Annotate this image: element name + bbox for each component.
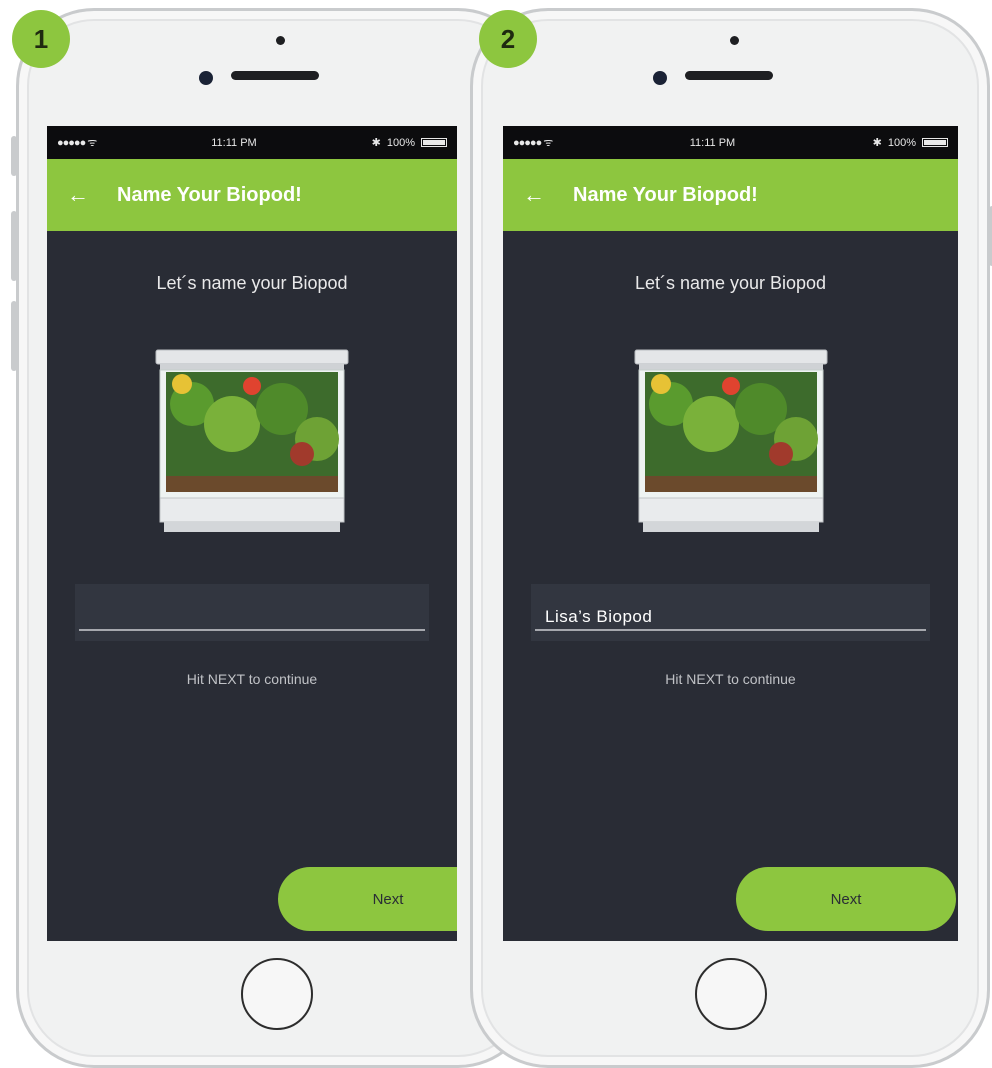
biopod-name-field[interactable] [75, 584, 429, 641]
step-badge-2: 2 [479, 10, 537, 68]
page-title: Name Your Biopod! [573, 183, 758, 206]
battery-percent: 100% [386, 136, 415, 149]
screen: ●●●●● ᯤ 11:11 PM ✱ 100% ← Name Your Biop… [503, 126, 958, 941]
terrarium-image [634, 349, 827, 532]
step-badge-1: 1 [12, 10, 70, 68]
status-right: ✱ 100% [372, 136, 447, 149]
mute-switch [11, 136, 17, 176]
proximity-sensor [276, 36, 285, 45]
app-bar: ← Name Your Biopod! [503, 159, 958, 231]
hint-text: Hit NEXT to continue [186, 671, 318, 687]
arrow-left-icon[interactable]: ← [67, 182, 89, 208]
signal-wifi: ●●●●● ᯤ [513, 137, 553, 149]
front-camera [199, 71, 213, 85]
proximity-sensor [730, 36, 739, 45]
front-camera [653, 71, 667, 85]
signal-wifi: ●●●●● ᯤ [57, 137, 97, 149]
field-underline [535, 629, 926, 631]
home-button[interactable] [695, 958, 767, 1030]
battery-icon [921, 138, 948, 147]
phone-mockup-2: ●●●●● ᯤ 11:11 PM ✱ 100% ← Name Your Biop… [470, 8, 992, 1068]
bluetooth-icon: ✱ [371, 137, 381, 149]
status-right: ✱ 100% [873, 136, 948, 149]
arrow-left-icon[interactable]: ← [523, 182, 545, 208]
status-bar: ●●●●● ᯤ 11:11 PM ✱ 100% [503, 126, 958, 159]
hint-text: Hit NEXT to continue [665, 671, 796, 687]
heading: Let´s name your Biopod [156, 273, 348, 293]
earpiece-speaker [231, 71, 319, 80]
biopod-name-field[interactable]: Lisa’s Biopod [531, 584, 930, 641]
home-button[interactable] [241, 958, 313, 1030]
earpiece-speaker [685, 71, 773, 80]
volume-up-button [11, 211, 17, 281]
field-underline [79, 629, 425, 631]
biopod-name-value: Lisa’s Biopod [545, 607, 653, 626]
screen: ●●●●● ᯤ 11:11 PM ✱ 100% ← Name Your Biop… [47, 126, 457, 941]
status-time: 11:11 PM [689, 136, 736, 149]
page-title: Name Your Biopod! [117, 183, 302, 206]
heading: Let´s name your Biopod [634, 273, 827, 293]
next-button[interactable]: Next [736, 867, 956, 931]
phone-mockup-1: ●●●●● ᯤ 11:11 PM ✱ 100% ← Name Your Biop… [11, 8, 536, 1068]
terrarium-image [155, 349, 349, 532]
bluetooth-icon: ✱ [872, 137, 882, 149]
app-bar: ← Name Your Biopod! [47, 159, 457, 231]
battery-percent: 100% [887, 136, 916, 149]
status-bar: ●●●●● ᯤ 11:11 PM ✱ 100% [47, 126, 457, 159]
next-button[interactable]: Next [278, 867, 457, 931]
volume-down-button [11, 301, 17, 371]
battery-icon [420, 138, 447, 147]
status-time: 11:11 PM [211, 136, 257, 149]
